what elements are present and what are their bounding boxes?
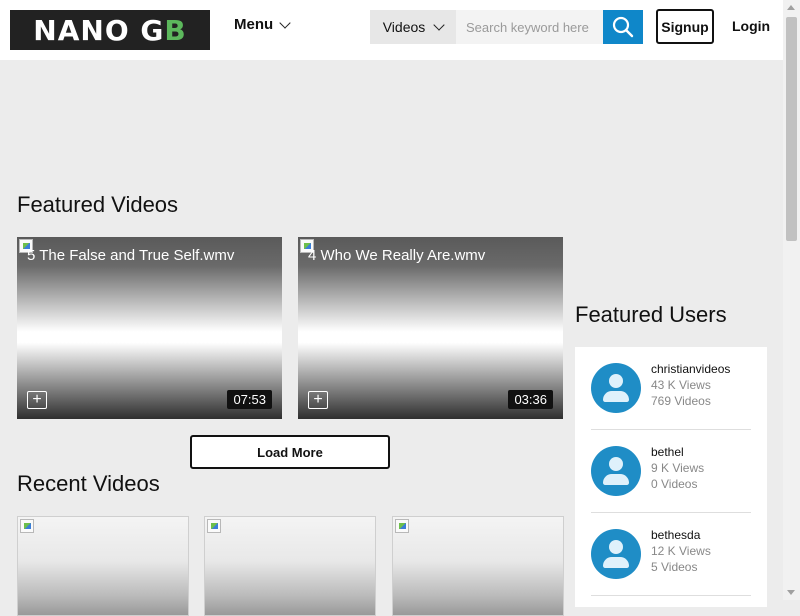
avatar[interactable] bbox=[591, 446, 641, 496]
video-title[interactable]: 4 Who We Really Are.wmv bbox=[308, 246, 543, 266]
user-views: 43 K Views bbox=[651, 378, 711, 392]
site-logo[interactable]: NANO GB bbox=[10, 10, 210, 50]
avatar[interactable] bbox=[591, 529, 641, 579]
featured-users-panel: christianvideos 43 K Views 769 Videos be… bbox=[575, 347, 767, 607]
recent-video-card[interactable] bbox=[204, 516, 376, 616]
search-icon bbox=[612, 16, 634, 38]
recent-video-card[interactable] bbox=[392, 516, 564, 616]
broken-image-icon bbox=[207, 519, 221, 533]
site-header: NANO GB Menu Videos Signup Login bbox=[0, 0, 783, 60]
user-views: 12 K Views bbox=[651, 544, 711, 558]
search-type-label: Videos bbox=[382, 19, 426, 35]
chevron-down-icon bbox=[279, 16, 291, 29]
user-name[interactable]: christianvideos bbox=[651, 362, 730, 376]
video-duration: 07:53 bbox=[227, 390, 272, 409]
avatar[interactable] bbox=[591, 363, 641, 413]
plus-icon: + bbox=[32, 391, 42, 408]
search-input[interactable] bbox=[456, 10, 603, 44]
video-card[interactable]: 5 The False and True Self.wmv + 07:53 bbox=[17, 237, 282, 419]
user-videos: 0 Videos bbox=[651, 477, 698, 491]
user-name[interactable]: bethesda bbox=[651, 528, 700, 542]
user-item[interactable]: bethel 9 K Views 0 Videos bbox=[591, 445, 751, 529]
user-videos: 5 Videos bbox=[651, 560, 698, 574]
menu-label: Menu bbox=[234, 16, 274, 33]
logo-text: NANO GB bbox=[33, 13, 187, 47]
add-to-playlist-button[interactable]: + bbox=[308, 391, 328, 409]
scroll-thumb[interactable] bbox=[786, 17, 797, 241]
featured-users-title: Featured Users bbox=[575, 302, 727, 327]
add-to-playlist-button[interactable]: + bbox=[27, 391, 47, 409]
recent-video-card[interactable] bbox=[17, 516, 189, 616]
video-duration: 03:36 bbox=[508, 390, 553, 409]
page-scrollbar[interactable] bbox=[783, 0, 800, 600]
video-card[interactable]: 4 Who We Really Are.wmv + 03:36 bbox=[298, 237, 563, 419]
search-button[interactable] bbox=[603, 10, 643, 44]
divider bbox=[591, 512, 751, 513]
menu-button[interactable]: Menu bbox=[234, 16, 291, 33]
user-item[interactable]: christianvideos 43 K Views 769 Videos bbox=[591, 362, 751, 446]
plus-icon: + bbox=[313, 391, 323, 408]
search-type-select[interactable]: Videos bbox=[370, 10, 456, 44]
scroll-up-arrow-icon[interactable] bbox=[787, 5, 795, 10]
divider bbox=[591, 429, 751, 430]
login-link[interactable]: Login bbox=[732, 18, 770, 34]
load-more-button[interactable]: Load More bbox=[190, 435, 390, 469]
divider bbox=[591, 595, 751, 596]
broken-image-icon bbox=[395, 519, 409, 533]
featured-videos-title: Featured Videos bbox=[17, 192, 179, 217]
search-bar: Videos bbox=[370, 10, 643, 44]
scroll-down-arrow-icon[interactable] bbox=[787, 590, 795, 595]
user-views: 9 K Views bbox=[651, 461, 705, 475]
user-videos: 769 Videos bbox=[651, 394, 711, 408]
signup-button[interactable]: Signup bbox=[656, 9, 714, 44]
broken-image-icon bbox=[20, 519, 34, 533]
chevron-down-icon bbox=[433, 19, 445, 31]
user-name[interactable]: bethel bbox=[651, 445, 684, 459]
video-title[interactable]: 5 The False and True Self.wmv bbox=[27, 246, 262, 266]
recent-videos-title: Recent Videos bbox=[17, 471, 160, 496]
